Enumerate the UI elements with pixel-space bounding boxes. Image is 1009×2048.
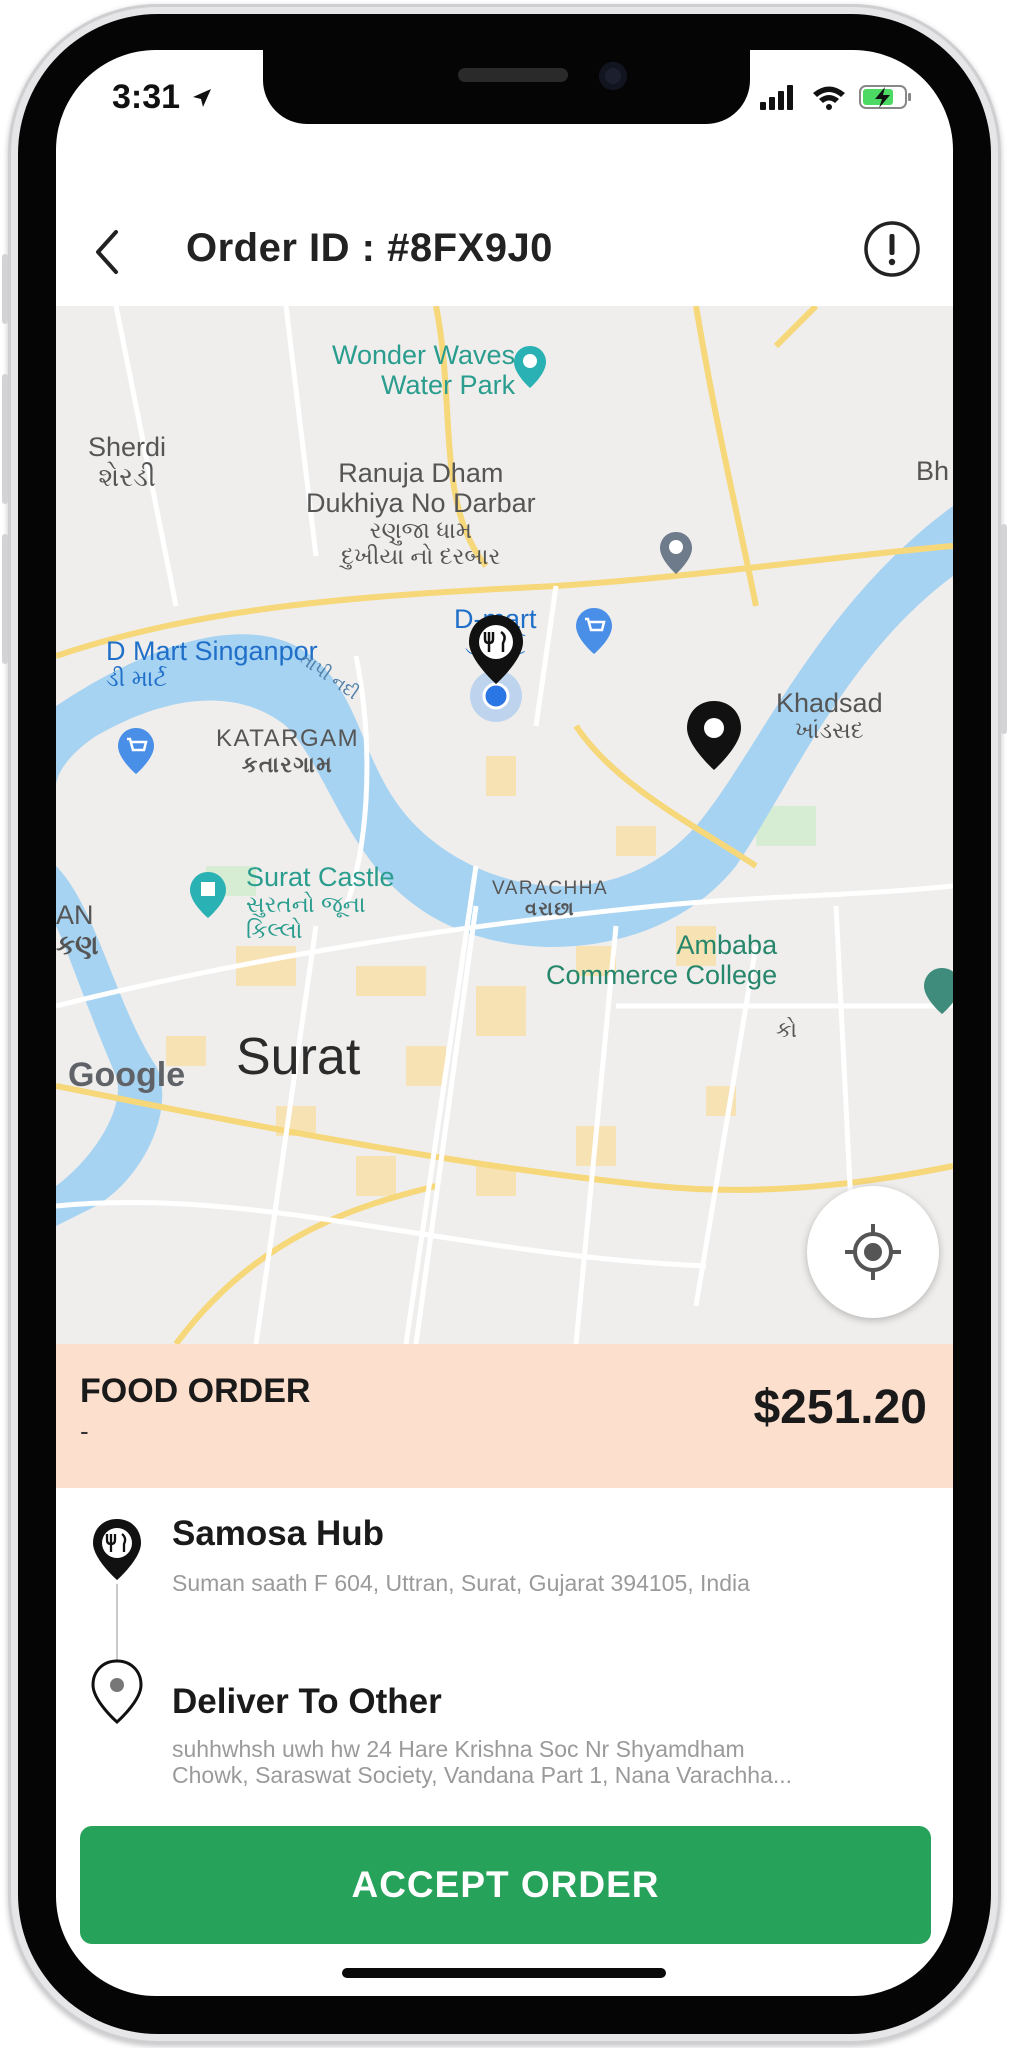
app-screen: 3:31 Order ID: #8FX9J0 Wonder Waves Wat… bbox=[56, 50, 953, 1996]
location-pin-icon[interactable] bbox=[683, 698, 745, 774]
shopping-pin-icon bbox=[118, 728, 154, 774]
back-button[interactable] bbox=[86, 226, 130, 278]
page-title: Order ID : #8FX9J0 bbox=[186, 226, 553, 270]
order-header: Order ID : #8FX9J0 bbox=[56, 198, 953, 306]
phone-power-button bbox=[1001, 524, 1007, 734]
map-label-varachha: VARACHHA વરાછા bbox=[492, 878, 608, 921]
castle-pin-icon bbox=[190, 872, 226, 918]
back-arrow-icon bbox=[96, 230, 118, 274]
pickup-name: Samosa Hub bbox=[172, 1514, 384, 1553]
label-line: Wonder Waves bbox=[332, 340, 516, 370]
order-type-label: FOOD ORDER bbox=[80, 1372, 311, 1410]
home-indicator[interactable] bbox=[342, 1968, 666, 1978]
map-label-katargam: KATARGAM કતારગામ bbox=[216, 725, 360, 778]
map-label-khadsad: Khadsad ખાંડસદ bbox=[776, 688, 883, 744]
my-location-icon bbox=[845, 1224, 901, 1280]
route-map[interactable]: Wonder Waves Water Park Sherdi શેરડી Ran… bbox=[56, 306, 953, 1344]
map-label-ambaba: Ambaba Commerce College bbox=[546, 930, 777, 990]
map-label-sherdi: Sherdi શેરડી bbox=[88, 432, 166, 492]
label-line: KATARGAM bbox=[216, 725, 360, 752]
restaurant-pin-icon bbox=[93, 1519, 141, 1580]
google-logo: Google bbox=[68, 1056, 186, 1094]
map-label-ko: કો bbox=[776, 1017, 798, 1042]
phone-volume-up bbox=[2, 374, 8, 504]
order-summary: FOOD ORDER - $251.20 bbox=[56, 1344, 953, 1488]
dropoff-address-line: suhhwhsh uwh hw 24 Hare Krishna Soc Nr S… bbox=[172, 1736, 745, 1762]
label-line: D Mart Singanpor bbox=[106, 636, 318, 666]
device-notch bbox=[263, 50, 750, 124]
location-pin-icon bbox=[91, 1659, 143, 1724]
map-label-surat-castle: Surat Castle સુરતનો જૂના કિલ્લો bbox=[246, 862, 395, 944]
location-arrow-icon bbox=[192, 89, 211, 107]
label-line: વરાછા bbox=[525, 899, 576, 921]
wifi-icon bbox=[812, 86, 845, 110]
dropoff-address-line: Chowk, Saraswat Society, Vandana Part 1,… bbox=[172, 1762, 793, 1789]
label-line: દુખીયા નો દરબાર bbox=[341, 543, 501, 570]
phone-volume-down bbox=[2, 534, 8, 664]
info-icon bbox=[864, 221, 920, 277]
label-line: Dukhiya No Darbar bbox=[306, 488, 536, 519]
order-total: $251.20 bbox=[753, 1381, 927, 1434]
front-camera bbox=[599, 62, 627, 90]
label-line: Ranuja Dham bbox=[338, 458, 504, 488]
label-line: VARACHHA bbox=[492, 878, 609, 899]
label-line: શેરડી bbox=[98, 462, 156, 493]
restaurant-pin-icon[interactable] bbox=[465, 612, 527, 688]
signal-icon bbox=[760, 85, 794, 110]
order-sub-label: - bbox=[80, 1416, 89, 1446]
label-line: Ambaba bbox=[676, 930, 778, 960]
status-time-text: 3:31 bbox=[112, 78, 181, 116]
phone-side-button bbox=[2, 254, 8, 324]
label-line: Khadsad bbox=[776, 688, 883, 718]
accept-order-button[interactable]: ACCEPT ORDER bbox=[80, 1826, 931, 1944]
map-label-wonder-waves: Wonder Waves Water Park bbox=[332, 340, 515, 400]
label-line: Water Park bbox=[381, 370, 516, 401]
label-line: રણુજા ધામ bbox=[369, 517, 473, 544]
map-label-dmart-singanpor: D Mart Singanpor ડી માર્ટ bbox=[106, 636, 318, 692]
status-time: 3:31 bbox=[112, 78, 214, 117]
label-line: Commerce College bbox=[546, 960, 778, 991]
my-location-button[interactable] bbox=[807, 1186, 939, 1318]
route-stops: Samosa Hub Suman saath F 604, Uttran, Su… bbox=[56, 1488, 953, 1818]
college-pin-icon bbox=[924, 968, 953, 1014]
info-button[interactable] bbox=[863, 220, 921, 278]
battery-charging-icon bbox=[859, 85, 911, 109]
status-icons bbox=[758, 84, 913, 115]
label-line: Surat Castle bbox=[246, 862, 395, 892]
label-line: કતારગામ bbox=[241, 751, 334, 777]
dropoff-address: suhhwhsh uwh hw 24 Hare Krishna Soc Nr S… bbox=[172, 1736, 932, 1789]
label-line: કિલ્લો bbox=[246, 916, 303, 943]
dropoff-name: Deliver To Other bbox=[172, 1682, 442, 1721]
park-pin-icon bbox=[514, 346, 546, 388]
label-line: Sherdi bbox=[88, 432, 167, 462]
label-line: ખાંડસદ bbox=[794, 717, 864, 744]
map-label-an: AN કણ bbox=[56, 900, 99, 960]
shopping-pin-icon bbox=[576, 608, 612, 654]
pickup-address: Suman saath F 604, Uttran, Surat, Gujara… bbox=[172, 1570, 750, 1596]
map-label-bh: Bh bbox=[916, 456, 950, 486]
label-line: કણ bbox=[56, 930, 99, 961]
map-label-surat: Surat bbox=[236, 1028, 361, 1086]
map-label-ranuja: Ranuja Dham Dukhiya No Darbar રણુજા ધામ … bbox=[306, 458, 536, 570]
temple-pin-icon bbox=[660, 532, 692, 574]
speaker bbox=[458, 68, 568, 82]
label-line: સુરતનો જૂના bbox=[246, 891, 366, 918]
label-line: ડી માર્ટ bbox=[106, 665, 167, 692]
label-line: AN bbox=[56, 900, 94, 930]
